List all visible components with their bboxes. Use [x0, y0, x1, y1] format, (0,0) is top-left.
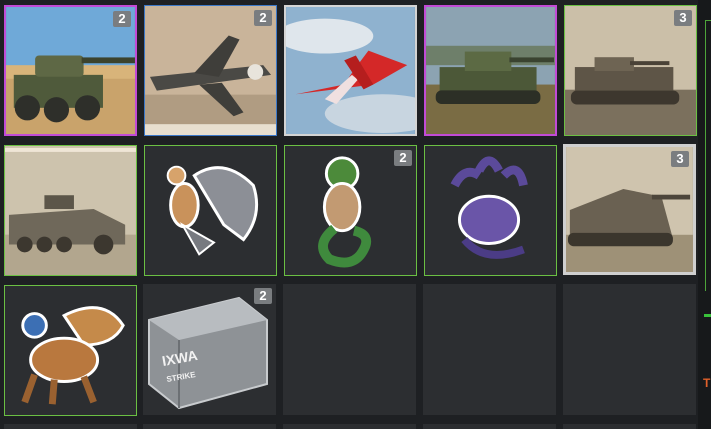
inventory-item-tank-destroyer[interactable]: 3 [563, 144, 696, 275]
quantity-badge: 2 [254, 10, 272, 26]
griffin-decal-image [5, 286, 136, 415]
inventory-item-hydra-decal[interactable] [424, 145, 557, 276]
side-panel-frame [705, 20, 711, 291]
inventory-empty-slot[interactable] [423, 284, 556, 415]
inventory-item-light-tank[interactable]: 2 [4, 5, 137, 136]
inventory-item-sepia-tank[interactable]: 3 [564, 5, 697, 136]
battle-tank-image [426, 7, 555, 134]
inventory-empty-slot[interactable] [283, 284, 416, 415]
red-plane-image [286, 7, 415, 134]
side-panel-text [704, 342, 707, 356]
side-panel-indicator [704, 314, 711, 317]
quantity-badge: 2 [394, 150, 412, 166]
inventory-item-griffin-decal[interactable] [4, 285, 137, 416]
inventory-empty-slot[interactable] [563, 284, 696, 415]
quantity-badge: 2 [254, 288, 272, 304]
inventory-next-row-slot[interactable] [143, 424, 276, 429]
inventory-item-fighter-plane[interactable]: 2 [144, 5, 277, 136]
inventory-next-row-slot[interactable] [4, 424, 137, 429]
inventory-item-harpy-decal[interactable] [144, 145, 277, 276]
inventory-item-ammo-crate[interactable]: IXWA STRIKE 2 [143, 284, 276, 415]
quantity-badge: 3 [671, 151, 689, 167]
inventory-item-battle-tank[interactable] [424, 5, 557, 136]
inventory-item-medusa-decal[interactable]: 2 [284, 145, 417, 276]
quantity-badge: 2 [113, 11, 131, 27]
inventory-item-halftrack[interactable] [4, 145, 137, 276]
side-panel-label: T [703, 376, 711, 390]
harpy-decal-image [145, 146, 276, 275]
inventory-next-row-slot[interactable] [423, 424, 556, 429]
inventory-next-row-slot[interactable] [563, 424, 696, 429]
halftrack-image [5, 146, 136, 275]
inventory-grid: 2 2 3 2 3 IXWA STRIKE 2 [0, 0, 711, 429]
inventory-item-red-plane[interactable] [284, 5, 417, 136]
hydra-decal-image [425, 146, 556, 275]
inventory-next-row-slot[interactable] [283, 424, 416, 429]
quantity-badge: 3 [674, 10, 692, 26]
